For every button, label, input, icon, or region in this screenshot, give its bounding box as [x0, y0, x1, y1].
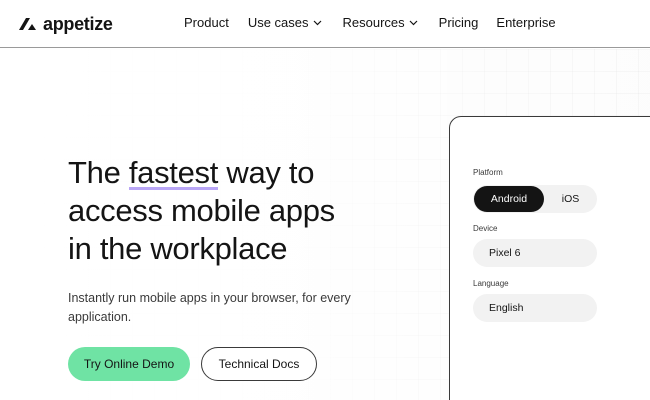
nav-pricing-label: Pricing [438, 15, 479, 30]
site-header: appetize Product Use cases Resources Pri… [0, 0, 650, 48]
language-select[interactable]: English [473, 294, 597, 322]
nav-enterprise[interactable]: Enterprise [496, 15, 555, 30]
platform-toggle: Android iOS [473, 185, 597, 213]
hero-subtext: Instantly run mobile apps in your browse… [68, 291, 351, 324]
device-select[interactable]: Pixel 6 [473, 239, 597, 267]
nav-resources-label: Resources [342, 15, 405, 30]
nav-enterprise-label: Enterprise [496, 15, 556, 30]
demo-config-panel: Platform Android iOS Device Pixel 6 Lang… [449, 116, 650, 400]
try-online-demo-button[interactable]: Try Online Demo [68, 347, 190, 381]
platform-label: Platform [473, 168, 503, 177]
chevron-down-icon [313, 20, 321, 26]
brand-name: appetize [43, 13, 113, 34]
headline-pre: The [68, 155, 129, 190]
headline-line3: in the workplace [68, 231, 288, 266]
language-label: Language [473, 279, 509, 288]
brand-logo[interactable]: appetize [17, 13, 113, 35]
nav-product[interactable]: Product [184, 15, 229, 30]
platform-option-ios[interactable]: iOS [544, 186, 597, 212]
hero-headline: The fastest way to access mobile apps in t… [68, 154, 428, 268]
headline-line1-end: way to [218, 155, 315, 190]
chevron-down-icon [409, 20, 418, 26]
nav-resources[interactable]: Resources [343, 15, 418, 30]
device-label: Device [473, 224, 498, 233]
platform-option-android[interactable]: Android [474, 186, 544, 212]
headline-highlight: fastest [128, 155, 219, 190]
nav-use-cases-label: Use cases [247, 15, 309, 30]
nav-product-label: Product [184, 15, 229, 30]
appetize-logo-icon [19, 18, 36, 30]
nav-pricing[interactable]: Pricing [439, 15, 479, 30]
main-nav: Product Use cases Resources Pricing Ente… [184, 15, 556, 30]
nav-use-cases[interactable]: Use cases [248, 15, 322, 30]
headline-line2: access mobile apps [68, 193, 335, 228]
technical-docs-button[interactable]: Technical Docs [201, 347, 317, 381]
